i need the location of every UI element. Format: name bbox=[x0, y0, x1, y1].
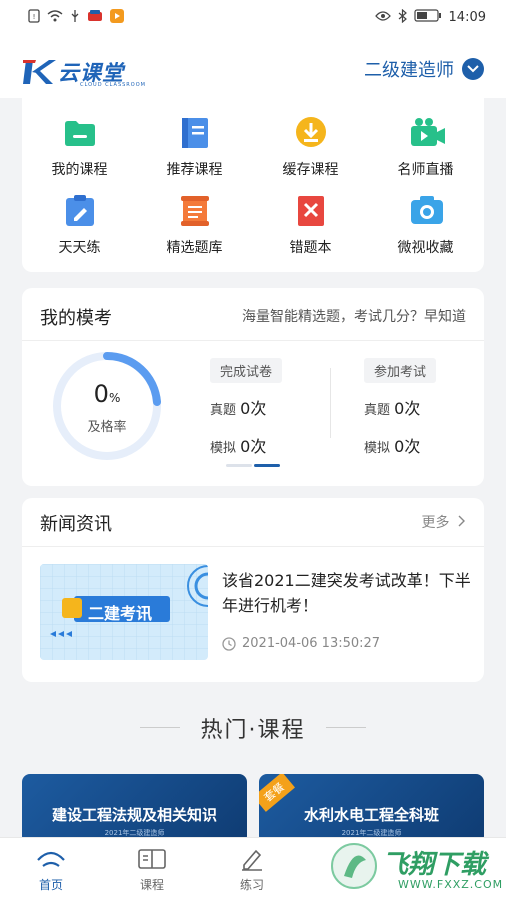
logo-subtitle: CLOUD CLASSROOM bbox=[80, 82, 146, 88]
grid-item-label: 天天练 bbox=[58, 240, 101, 256]
carousel-indicator bbox=[226, 464, 280, 467]
grid-item-favorites[interactable]: 微视收藏 bbox=[368, 194, 483, 257]
completed-real-stat: 真题 0次 bbox=[210, 399, 267, 418]
folder-icon bbox=[63, 116, 97, 150]
tab-label: 课程 bbox=[139, 878, 164, 892]
home-icon bbox=[36, 846, 66, 872]
grid-item-wrong-book[interactable]: 错题本 bbox=[253, 194, 368, 257]
usb-icon bbox=[70, 9, 80, 26]
clock-icon bbox=[222, 636, 236, 651]
grid-item-label: 错题本 bbox=[289, 240, 332, 256]
pass-rate-value: 0% bbox=[93, 380, 121, 408]
exam-type-selector[interactable]: 二级建造师 bbox=[364, 56, 484, 82]
attendance-real-stat: 真题 0次 bbox=[364, 399, 421, 418]
feature-grid: 我的课程 推荐课程 缓存课程 名师直播 天天练 精选题库 错题本 微视收藏 bbox=[22, 98, 484, 272]
grid-item-question-bank[interactable]: 精选题库 bbox=[137, 194, 252, 257]
svg-text:!: ! bbox=[33, 13, 36, 21]
news-thumbnail[interactable]: 二建考讯 bbox=[40, 564, 208, 660]
eye-icon bbox=[374, 10, 391, 24]
carousel-dot bbox=[226, 464, 252, 467]
news-headline[interactable]: 该省2021二建突发考试改革！下半年进行机考！ bbox=[222, 568, 472, 618]
download-site-watermark: 飞翔下载 WWW.FXXZ.COM bbox=[330, 838, 504, 898]
status-time: 14:09 bbox=[448, 9, 486, 25]
completed-papers-stats: 完成试卷 真题 0次 模拟 0次 bbox=[210, 358, 330, 457]
status-bar: ! 14:09 bbox=[0, 0, 506, 34]
grid-item-live[interactable]: 名师直播 bbox=[368, 116, 483, 179]
app-logo: 云课堂 CLOUD CLASSROOM bbox=[22, 52, 145, 92]
watermark-url: WWW.FXXZ.COM bbox=[398, 878, 504, 891]
logo-k-icon bbox=[22, 57, 56, 87]
clipboard-pen-icon bbox=[63, 194, 97, 228]
video-app-icon bbox=[110, 8, 124, 26]
tab-label: 练习 bbox=[239, 878, 264, 892]
completed-mock-stat: 模拟 0次 bbox=[210, 437, 267, 456]
video-camera-icon bbox=[409, 116, 445, 150]
grid-item-recommended[interactable]: 推荐课程 bbox=[137, 116, 252, 179]
grid-item-my-courses[interactable]: 我的课程 bbox=[22, 116, 137, 179]
tab-label: 首页 bbox=[38, 878, 63, 892]
wrong-notebook-icon bbox=[294, 194, 328, 228]
news-card: 新闻资讯 更多 二建考讯 该省2021二建突发考试改革！下半年进行机考！ 202… bbox=[22, 498, 484, 682]
divider bbox=[22, 546, 484, 547]
bluetooth-icon bbox=[398, 8, 407, 26]
course-name: 建设工程法规及相关知识 bbox=[51, 806, 217, 824]
watermark-text: 飞翔下载 bbox=[382, 850, 487, 880]
app-notification-icon bbox=[87, 9, 103, 26]
chevron-right-icon bbox=[458, 515, 465, 527]
tab-practice[interactable]: 练习 bbox=[222, 846, 282, 893]
grid-item-label: 名师直播 bbox=[397, 162, 454, 178]
pencil-icon bbox=[238, 846, 266, 872]
book-icon bbox=[178, 116, 212, 150]
course-card[interactable]: 套餐 水利水电工程全科班 2021年二级建造师 bbox=[259, 774, 484, 844]
grid-item-label: 推荐课程 bbox=[166, 162, 223, 178]
open-book-icon bbox=[137, 846, 167, 872]
course-name: 水利水电工程全科班 bbox=[303, 806, 439, 824]
download-icon bbox=[294, 116, 328, 150]
course-card[interactable]: 建设工程法规及相关知识 2021年二级建造师 bbox=[22, 774, 247, 844]
tab-courses[interactable]: 课程 bbox=[122, 846, 182, 893]
exam-attendance-stats: 参加考试 真题 0次 模拟 0次 bbox=[364, 358, 484, 457]
pass-rate-label: 及格率 bbox=[87, 420, 127, 435]
news-timestamp: 2021-04-06 13:50:27 bbox=[222, 636, 380, 651]
divider bbox=[22, 340, 484, 341]
mock-exam-card[interactable]: 我的模考 海量智能精选题，考试几分？早知道 0% 及格率 完成试卷 真题 0次 … bbox=[22, 288, 484, 486]
scroll-icon bbox=[178, 194, 212, 228]
mock-subtitle: 海量智能精选题，考试几分？早知道 bbox=[242, 309, 466, 325]
exam-type-label: 二级建造师 bbox=[364, 60, 454, 81]
attendance-mock-stat: 模拟 0次 bbox=[364, 437, 421, 456]
news-section-title: 新闻资讯 bbox=[40, 514, 112, 535]
grid-item-label: 缓存课程 bbox=[282, 162, 339, 178]
stats-divider bbox=[330, 368, 331, 438]
divider bbox=[326, 727, 366, 728]
status-icons-left: ! bbox=[28, 8, 124, 26]
sim-card-icon: ! bbox=[28, 8, 40, 26]
grid-item-label: 精选题库 bbox=[166, 240, 223, 256]
camera-icon bbox=[409, 194, 443, 228]
grid-item-label: 我的课程 bbox=[51, 162, 108, 178]
grid-item-label: 微视收藏 bbox=[397, 240, 454, 256]
news-more-link[interactable]: 更多 bbox=[422, 512, 466, 532]
completed-papers-tag: 完成试卷 bbox=[210, 358, 283, 383]
wifi-icon bbox=[47, 9, 63, 25]
thumbnail-text: 二建考讯 bbox=[88, 604, 153, 623]
grid-item-daily-practice[interactable]: 天天练 bbox=[22, 194, 137, 257]
mock-title: 我的模考 bbox=[40, 308, 112, 329]
hot-courses-title: 热门·课程 bbox=[200, 718, 306, 743]
status-icons-right: 14:09 bbox=[374, 8, 486, 26]
grid-item-cache[interactable]: 缓存课程 bbox=[253, 116, 368, 179]
chevron-down-icon bbox=[462, 58, 484, 80]
tab-home[interactable]: 首页 bbox=[21, 846, 81, 893]
exam-attendance-tag: 参加考试 bbox=[364, 358, 437, 383]
carousel-dot-active bbox=[254, 464, 280, 467]
battery-icon bbox=[413, 9, 442, 25]
